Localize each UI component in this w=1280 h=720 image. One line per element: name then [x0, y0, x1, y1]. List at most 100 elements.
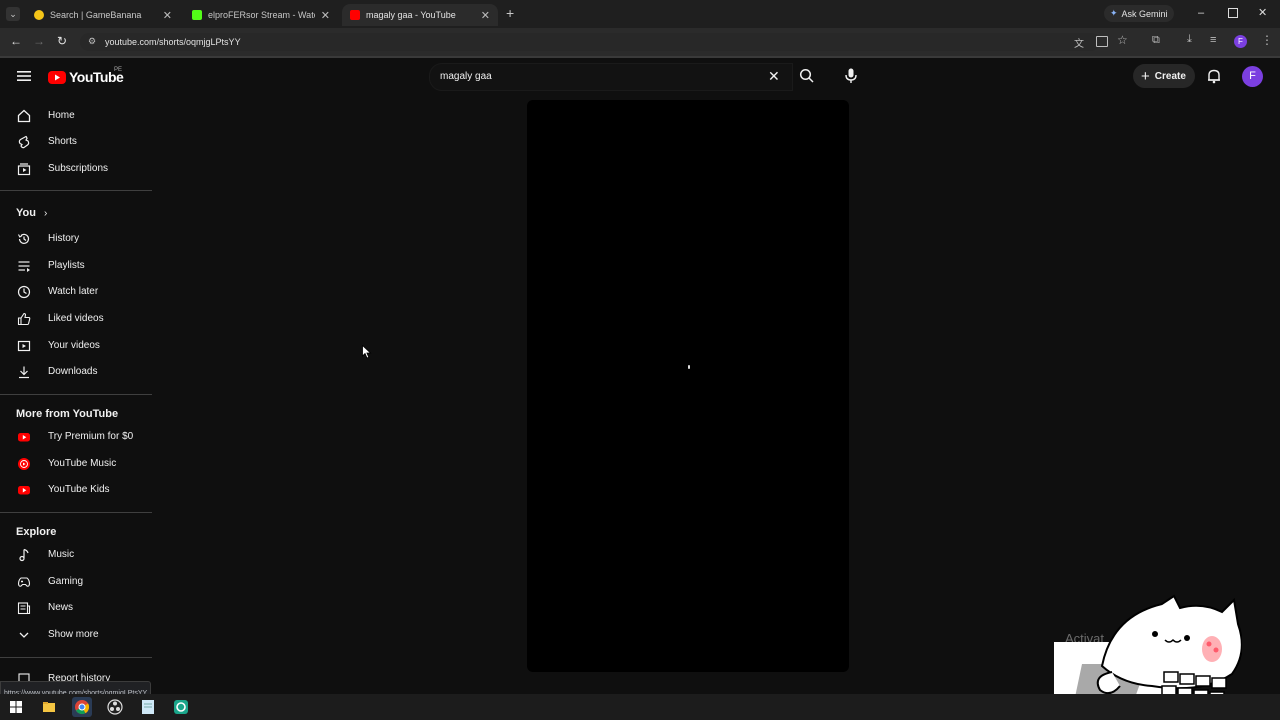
- sidebar-item-label: Your videos: [48, 340, 100, 351]
- sidebar-item-liked-videos[interactable]: Liked videos: [0, 306, 152, 332]
- minimize-window-icon[interactable]: –: [1198, 7, 1204, 19]
- clear-search-icon[interactable]: ✕: [768, 68, 780, 85]
- sidebar-item-history[interactable]: History: [0, 226, 152, 252]
- youtube-kids-icon: [18, 486, 30, 495]
- sidebar-item-playlists[interactable]: Playlists: [0, 253, 152, 279]
- address-bar[interactable]: ⚙ youtube.com/shorts/oqmjgLPtsYY: [80, 33, 1100, 51]
- sidebar-divider: [0, 190, 152, 191]
- restore-window-icon[interactable]: [1228, 8, 1238, 18]
- browser-tab-youtube[interactable]: magaly gaa - YouTube ✕: [342, 4, 498, 26]
- install-app-icon[interactable]: [1096, 36, 1108, 47]
- extensions-icon[interactable]: ⧉: [1152, 34, 1160, 47]
- sidebar-item-your-videos[interactable]: Your videos: [0, 333, 152, 359]
- sidebar-item-gaming[interactable]: Gaming: [0, 569, 152, 595]
- tab-title: Search | GameBanana: [50, 10, 142, 20]
- create-label: Create: [1154, 70, 1186, 82]
- sidebar-divider: [0, 512, 152, 513]
- close-tab-icon[interactable]: ✕: [163, 9, 172, 22]
- tab-search-dropdown-icon[interactable]: ⌄: [6, 7, 20, 21]
- sidebar-item-label: Music: [48, 549, 75, 560]
- close-tab-icon[interactable]: ✕: [481, 9, 490, 22]
- sidebar-item-youtube-music[interactable]: YouTube Music: [0, 451, 152, 477]
- search-input[interactable]: magaly gaa: [440, 71, 492, 82]
- you-section-header[interactable]: You ›: [16, 207, 47, 219]
- url-text: youtube.com/shorts/oqmjgLPtsYY: [105, 37, 241, 47]
- sidebar-item-label: History: [48, 233, 80, 244]
- shorts-icon: [18, 135, 30, 149]
- search-button[interactable]: [792, 63, 822, 89]
- mouse-cursor-icon: [362, 345, 372, 359]
- new-tab-button[interactable]: +: [506, 5, 514, 21]
- obs-taskbar-icon[interactable]: [105, 697, 125, 717]
- link-status-bar: https://www.youtube.com/shorts/oqmjgLPts…: [0, 681, 152, 697]
- music-note-icon: [19, 548, 29, 562]
- more-from-youtube-heading: More from YouTube: [16, 408, 119, 420]
- tab-title: elproFERsor Stream - Watch Li: [208, 10, 315, 20]
- subscriptions-icon: [17, 163, 31, 176]
- sidebar-item-music[interactable]: Music: [0, 542, 152, 568]
- file-explorer-taskbar-icon[interactable]: [39, 697, 59, 717]
- sidebar-item-watch-later[interactable]: Watch later: [0, 279, 152, 305]
- gamebanana-favicon-icon: [34, 10, 44, 20]
- sidebar-item-premium[interactable]: Try Premium for $0: [0, 424, 152, 450]
- sidebar-item-label: Liked videos: [48, 313, 104, 324]
- edge-taskbar-icon[interactable]: [171, 697, 191, 717]
- youtube-premium-icon: [18, 433, 30, 442]
- ask-gemini-label: Ask Gemini: [1121, 8, 1168, 19]
- sidebar-item-label: Shorts: [48, 136, 77, 147]
- sidebar-item-news[interactable]: News: [0, 595, 152, 621]
- youtube-logo[interactable]: YouTube: [48, 69, 124, 85]
- sidebar-item-downloads[interactable]: Downloads: [0, 359, 152, 385]
- chevron-down-icon: [19, 632, 29, 638]
- chrome-taskbar-icon[interactable]: [72, 697, 92, 717]
- downloads-toolbar-icon[interactable]: ⤓: [1187, 33, 1192, 46]
- site-info-icon[interactable]: ⚙: [88, 36, 96, 47]
- browser-menu-icon[interactable]: ⋮: [1261, 33, 1273, 47]
- microphone-icon: [845, 68, 857, 83]
- guide-menu-icon[interactable]: [17, 69, 31, 83]
- browser-tab-gamebanana[interactable]: Search | GameBanana ✕: [26, 4, 180, 26]
- sidebar-item-subscriptions[interactable]: Subscriptions: [0, 156, 152, 182]
- browser-tab-kick[interactable]: elproFERsor Stream - Watch Li ✕: [184, 4, 338, 26]
- shorts-video-player[interactable]: [527, 100, 849, 672]
- close-window-icon[interactable]: ✕: [1258, 6, 1267, 19]
- loading-indicator: [688, 365, 690, 369]
- close-tab-icon[interactable]: ✕: [321, 9, 330, 22]
- kick-favicon-icon: [192, 10, 202, 20]
- sidebar-item-label: Watch later: [48, 286, 99, 297]
- sidebar-item-label: Show more: [48, 629, 99, 640]
- account-avatar[interactable]: F: [1242, 66, 1263, 87]
- sidebar-item-show-more[interactable]: Show more: [0, 622, 152, 648]
- country-code: PE: [114, 67, 123, 73]
- youtube-music-icon: [18, 458, 30, 470]
- browser-profile-avatar[interactable]: F: [1234, 35, 1247, 48]
- ask-gemini-button[interactable]: ✦ Ask Gemini: [1104, 5, 1174, 22]
- sidebar-item-youtube-kids[interactable]: YouTube Kids: [0, 477, 152, 503]
- bookmark-star-icon[interactable]: ☆: [1117, 33, 1128, 47]
- tab-search-icon[interactable]: ≡: [1210, 34, 1216, 46]
- notifications-button[interactable]: [1206, 68, 1222, 84]
- notepad-taskbar-icon[interactable]: [138, 697, 158, 717]
- chevron-right-icon: ›: [43, 207, 48, 219]
- sidebar-item-shorts[interactable]: Shorts: [0, 129, 152, 155]
- news-icon: [17, 602, 31, 615]
- create-button[interactable]: + Create: [1133, 64, 1195, 88]
- browser-tab-strip: ⌄ Search | GameBanana ✕ elproFERsor Stre…: [0, 0, 1280, 28]
- your-videos-icon: [17, 340, 31, 352]
- voice-search-button[interactable]: [838, 63, 864, 89]
- reload-icon[interactable]: ↻: [57, 34, 67, 48]
- youtube-favicon-icon: [350, 10, 360, 20]
- like-icon: [17, 312, 31, 326]
- playlists-icon: [18, 261, 30, 272]
- tab-title: magaly gaa - YouTube: [366, 10, 456, 20]
- translate-icon[interactable]: 文: [1074, 35, 1084, 50]
- sidebar-item-label: Subscriptions: [48, 163, 109, 174]
- sidebar-item-label: Try Premium for $0: [48, 431, 134, 442]
- sidebar-item-home[interactable]: Home: [0, 103, 152, 129]
- back-icon[interactable]: ←: [10, 34, 22, 48]
- sidebar-item-label: Downloads: [48, 366, 98, 377]
- search-icon: [799, 68, 814, 83]
- forward-icon[interactable]: →: [33, 34, 45, 48]
- windows-start-icon[interactable]: [10, 701, 22, 713]
- search-box[interactable]: magaly gaa ✕: [429, 63, 793, 91]
